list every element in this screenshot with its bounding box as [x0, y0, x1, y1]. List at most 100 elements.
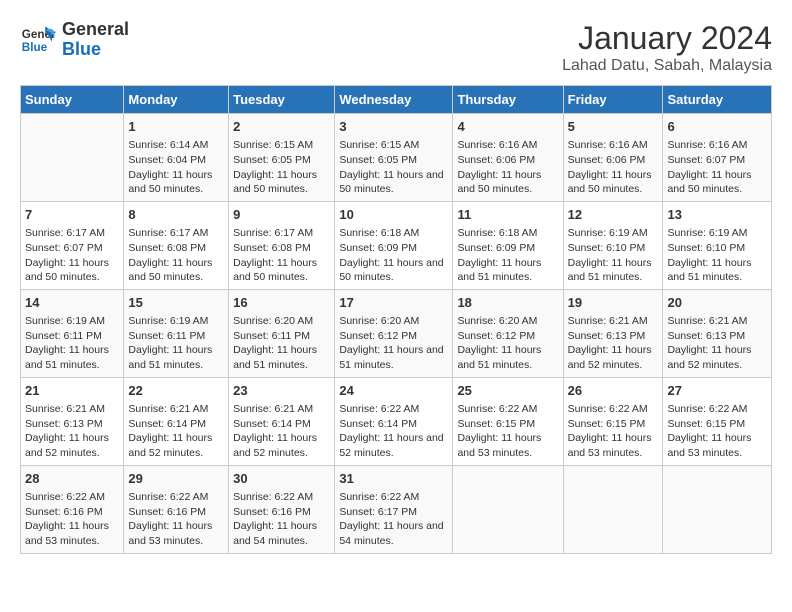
day-info: Sunrise: 6:22 AMSunset: 6:16 PMDaylight:… [128, 490, 224, 549]
calendar-cell: 3 Sunrise: 6:15 AMSunset: 6:05 PMDaylight… [335, 114, 453, 202]
day-info: Sunrise: 6:19 AMSunset: 6:11 PMDaylight:… [25, 314, 119, 373]
calendar-title: January 2024 [562, 20, 772, 57]
calendar-cell: 1Sunrise: 6:14 AMSunset: 6:04 PMDaylight… [124, 114, 229, 202]
calendar-cell: 20 Sunrise: 6:21 AMSunset: 6:13 PMDayligh… [663, 289, 772, 377]
day-info: Sunrise: 6:22 AMSunset: 6:15 PMDaylight:… [568, 402, 659, 461]
calendar-cell: 9 Sunrise: 6:17 AMSunset: 6:08 PMDaylight… [229, 201, 335, 289]
day-number: 29 [128, 470, 224, 488]
calendar-cell: 24 Sunrise: 6:22 AMSunset: 6:14 PMDayligh… [335, 377, 453, 465]
calendar-cell: 29 Sunrise: 6:22 AMSunset: 6:16 PMDayligh… [124, 465, 229, 553]
calendar-table: Sunday Monday Tuesday Wednesday Thursday… [20, 85, 772, 554]
day-number: 19 [568, 294, 659, 312]
calendar-cell [563, 465, 663, 553]
logo-icon: General Blue [20, 22, 56, 58]
day-number: 3 [339, 118, 448, 136]
day-info: Sunrise: 6:15 AMSunset: 6:05 PMDaylight:… [339, 138, 448, 197]
day-number: 10 [339, 206, 448, 224]
day-number: 11 [457, 206, 558, 224]
calendar-cell: 14 Sunrise: 6:19 AMSunset: 6:11 PMDayligh… [21, 289, 124, 377]
logo: General Blue General Blue [20, 20, 129, 60]
calendar-cell: 10 Sunrise: 6:18 AMSunset: 6:09 PMDayligh… [335, 201, 453, 289]
logo-line2: Blue [62, 40, 129, 60]
day-info: Sunrise: 6:17 AMSunset: 6:08 PMDaylight:… [128, 226, 224, 285]
col-monday: Monday [124, 86, 229, 114]
calendar-subtitle: Lahad Datu, Sabah, Malaysia [562, 57, 772, 75]
day-number: 21 [25, 382, 119, 400]
calendar-cell: 4 Sunrise: 6:16 AMSunset: 6:06 PMDaylight… [453, 114, 563, 202]
calendar-cell: 16Sunrise: 6:20 AMSunset: 6:11 PMDayligh… [229, 289, 335, 377]
calendar-cell [663, 465, 772, 553]
calendar-cell: 2Sunrise: 6:15 AMSunset: 6:05 PMDaylight… [229, 114, 335, 202]
day-number: 28 [25, 470, 119, 488]
day-info: Sunrise: 6:19 AMSunset: 6:10 PMDaylight:… [667, 226, 767, 285]
page-header: General Blue General Blue January 2024 L… [20, 20, 772, 75]
calendar-cell: 13 Sunrise: 6:19 AMSunset: 6:10 PMDayligh… [663, 201, 772, 289]
calendar-cell: 30 Sunrise: 6:22 AMSunset: 6:16 PMDayligh… [229, 465, 335, 553]
calendar-cell: 22 Sunrise: 6:21 AMSunset: 6:14 PMDayligh… [124, 377, 229, 465]
calendar-cell: 8 Sunrise: 6:17 AMSunset: 6:08 PMDaylight… [124, 201, 229, 289]
calendar-cell: 7Sunrise: 6:17 AMSunset: 6:07 PMDaylight… [21, 201, 124, 289]
day-info: Sunrise: 6:18 AMSunset: 6:09 PMDaylight:… [339, 226, 448, 285]
calendar-week-row: 14 Sunrise: 6:19 AMSunset: 6:11 PMDayligh… [21, 289, 772, 377]
day-info: Sunrise: 6:22 AMSunset: 6:16 PMDaylight:… [25, 490, 119, 549]
calendar-cell: 19Sunrise: 6:21 AMSunset: 6:13 PMDayligh… [563, 289, 663, 377]
day-info: Sunrise: 6:18 AMSunset: 6:09 PMDaylight:… [457, 226, 558, 285]
day-number: 18 [457, 294, 558, 312]
title-block: January 2024 Lahad Datu, Sabah, Malaysia [562, 20, 772, 75]
calendar-cell: 6 Sunrise: 6:16 AMSunset: 6:07 PMDaylight… [663, 114, 772, 202]
day-info: Sunrise: 6:16 AMSunset: 6:07 PMDaylight:… [667, 138, 767, 197]
calendar-cell: 31Sunrise: 6:22 AMSunset: 6:17 PMDayligh… [335, 465, 453, 553]
calendar-week-row: 1Sunrise: 6:14 AMSunset: 6:04 PMDaylight… [21, 114, 772, 202]
col-friday: Friday [563, 86, 663, 114]
col-saturday: Saturday [663, 86, 772, 114]
calendar-body: 1Sunrise: 6:14 AMSunset: 6:04 PMDaylight… [21, 114, 772, 554]
day-info: Sunrise: 6:21 AMSunset: 6:13 PMDaylight:… [25, 402, 119, 461]
calendar-cell: 28 Sunrise: 6:22 AMSunset: 6:16 PMDayligh… [21, 465, 124, 553]
day-info: Sunrise: 6:22 AMSunset: 6:16 PMDaylight:… [233, 490, 330, 549]
day-number: 6 [667, 118, 767, 136]
day-number: 12 [568, 206, 659, 224]
calendar-cell: 15Sunrise: 6:19 AMSunset: 6:11 PMDayligh… [124, 289, 229, 377]
day-number: 22 [128, 382, 224, 400]
day-number: 1 [128, 118, 224, 136]
day-number: 30 [233, 470, 330, 488]
day-number: 20 [667, 294, 767, 312]
calendar-cell: 25Sunrise: 6:22 AMSunset: 6:15 PMDayligh… [453, 377, 563, 465]
day-number: 23 [233, 382, 330, 400]
day-info: Sunrise: 6:21 AMSunset: 6:14 PMDaylight:… [233, 402, 330, 461]
calendar-cell: 26 Sunrise: 6:22 AMSunset: 6:15 PMDayligh… [563, 377, 663, 465]
day-info: Sunrise: 6:16 AMSunset: 6:06 PMDaylight:… [457, 138, 558, 197]
day-info: Sunrise: 6:19 AMSunset: 6:10 PMDaylight:… [568, 226, 659, 285]
calendar-cell: 18 Sunrise: 6:20 AMSunset: 6:12 PMDayligh… [453, 289, 563, 377]
day-number: 15 [128, 294, 224, 312]
day-number: 13 [667, 206, 767, 224]
day-number: 25 [457, 382, 558, 400]
calendar-cell: 11 Sunrise: 6:18 AMSunset: 6:09 PMDayligh… [453, 201, 563, 289]
day-number: 4 [457, 118, 558, 136]
calendar-cell: 5Sunrise: 6:16 AMSunset: 6:06 PMDaylight… [563, 114, 663, 202]
calendar-week-row: 21 Sunrise: 6:21 AMSunset: 6:13 PMDayligh… [21, 377, 772, 465]
header-row: Sunday Monday Tuesday Wednesday Thursday… [21, 86, 772, 114]
day-number: 9 [233, 206, 330, 224]
day-info: Sunrise: 6:22 AMSunset: 6:15 PMDaylight:… [667, 402, 767, 461]
logo-line1: General [62, 20, 129, 40]
day-info: Sunrise: 6:17 AMSunset: 6:08 PMDaylight:… [233, 226, 330, 285]
calendar-cell: 27 Sunrise: 6:22 AMSunset: 6:15 PMDayligh… [663, 377, 772, 465]
calendar-cell: 23 Sunrise: 6:21 AMSunset: 6:14 PMDayligh… [229, 377, 335, 465]
col-thursday: Thursday [453, 86, 563, 114]
calendar-cell: 12 Sunrise: 6:19 AMSunset: 6:10 PMDayligh… [563, 201, 663, 289]
day-info: Sunrise: 6:21 AMSunset: 6:13 PMDaylight:… [667, 314, 767, 373]
col-tuesday: Tuesday [229, 86, 335, 114]
day-info: Sunrise: 6:22 AMSunset: 6:14 PMDaylight:… [339, 402, 448, 461]
day-number: 14 [25, 294, 119, 312]
day-info: Sunrise: 6:16 AMSunset: 6:06 PMDaylight:… [568, 138, 659, 197]
day-number: 24 [339, 382, 448, 400]
day-info: Sunrise: 6:15 AMSunset: 6:05 PMDaylight:… [233, 138, 330, 197]
day-number: 7 [25, 206, 119, 224]
day-info: Sunrise: 6:21 AMSunset: 6:14 PMDaylight:… [128, 402, 224, 461]
day-number: 26 [568, 382, 659, 400]
day-number: 27 [667, 382, 767, 400]
calendar-cell: 21 Sunrise: 6:21 AMSunset: 6:13 PMDayligh… [21, 377, 124, 465]
day-number: 8 [128, 206, 224, 224]
day-info: Sunrise: 6:20 AMSunset: 6:12 PMDaylight:… [457, 314, 558, 373]
